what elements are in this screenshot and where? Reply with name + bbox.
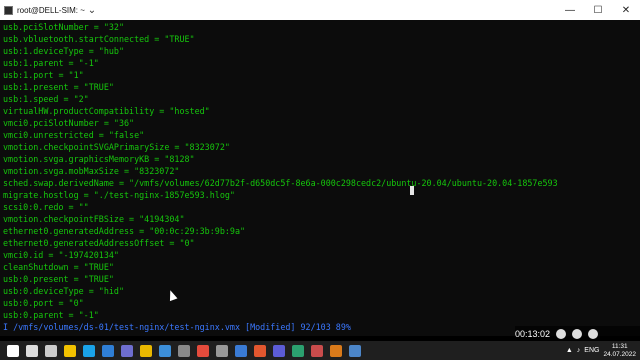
task-view-icon[interactable] (45, 344, 57, 357)
tab-dropdown-chevron-icon[interactable]: ⌄ (85, 3, 99, 17)
window-title-bar: root@DELL-SIM: ~ ⌄ — ☐ ✕ (0, 0, 640, 20)
terminal-line: scsi0:0.redo = "" (3, 202, 89, 212)
recording-overlay: 00:13:02 (515, 326, 640, 342)
terminal-line: usb:0.deviceType = "hid" (3, 286, 125, 296)
app-icon-3[interactable] (292, 344, 304, 357)
start-icon[interactable] (7, 344, 19, 357)
clock[interactable]: 11:31 24.07.2022 (603, 343, 636, 359)
camera-icon[interactable] (588, 329, 599, 339)
terminal-line: vmotion.checkpointSVGAPrimarySize = "832… (3, 142, 230, 152)
record-icon[interactable] (572, 329, 583, 339)
language-indicator[interactable]: ENG (584, 347, 599, 354)
network-icon[interactable]: ▲ (566, 347, 573, 354)
app-icon-2[interactable] (273, 344, 285, 357)
terminal-line: usb:1.speed = "2" (3, 94, 89, 104)
settings-icon[interactable] (216, 344, 228, 357)
windows-taskbar (0, 341, 640, 360)
terminal-line: vmotion.svga.mobMaxSize = "8323072" (3, 166, 180, 176)
terminal-line: ethernet0.generatedAddress = "00:0c:29:3… (3, 226, 246, 236)
clock-time: 11:31 (611, 342, 628, 350)
terminal-line: usb.vbluetooth.startConnected = "TRUE" (3, 34, 195, 44)
file-explorer-icon[interactable] (64, 344, 76, 357)
terminal-line: vmci0.unrestricted = "false" (3, 130, 145, 140)
terminal-icon (4, 5, 13, 15)
terminal-line: vmotion.checkpointFBSize = "4194304" (3, 214, 185, 224)
recording-timer: 00:13:02 (515, 329, 551, 339)
vmware-icon[interactable] (178, 344, 190, 357)
terminal-line: migrate.hostlog = "./test-nginx-1857e593… (3, 190, 235, 200)
terminal-line: virtualHW.productCompatibility = "hosted… (3, 106, 210, 116)
editor-status-line: I /vmfs/volumes/ds-01/test-nginx/test-ng… (3, 322, 351, 332)
chrome-icon[interactable] (197, 344, 209, 357)
window-title: root@DELL-SIM: ~ (17, 5, 85, 15)
pause-icon[interactable] (556, 329, 567, 339)
system-tray: ▲ ♪ ENG 11:31 24.07.2022 (566, 341, 640, 360)
minimize-button[interactable]: — (556, 0, 584, 20)
store-icon[interactable] (121, 344, 133, 357)
volume-icon[interactable]: ♪ (577, 347, 581, 354)
search-icon[interactable] (26, 344, 38, 357)
close-button[interactable]: ✕ (612, 0, 640, 20)
terminal-line: usb:1.parent = "-1" (3, 58, 99, 68)
terminal-line: vmci0.pciSlotNumber = "36" (3, 118, 135, 128)
app-icon-4[interactable] (311, 344, 323, 357)
terminal-line: vmotion.svga.graphicsMemoryKB = "8128" (3, 154, 195, 164)
mail-icon[interactable] (102, 344, 114, 357)
clock-date: 24.07.2022 (603, 350, 636, 358)
terminal-app-icon[interactable] (254, 344, 266, 357)
terminal-line: vmci0.id = "-197420134" (3, 250, 119, 260)
terminal-line: usb:0.present = "TRUE" (3, 274, 114, 284)
terminal-line: cleanShutdown = "TRUE" (3, 262, 114, 272)
terminal-line: usb:0.parent = "-1" (3, 310, 99, 320)
maximize-button[interactable]: ☐ (584, 0, 612, 20)
app-icon-5[interactable] (330, 344, 342, 357)
terminal-line: usb.pciSlotNumber = "32" (3, 22, 125, 32)
terminal-line: sched.swap.derivedName = "/vmfs/volumes/… (3, 178, 558, 188)
terminal-line: ethernet0.generatedAddressOffset = "0" (3, 238, 195, 248)
terminal-line: usb:1.deviceType = "hub" (3, 46, 125, 56)
terminal-line: usb:0.port = "0" (3, 298, 84, 308)
terminal-output[interactable]: usb.pciSlotNumber = "32" usb.vbluetooth.… (0, 20, 640, 336)
photos-icon[interactable] (159, 344, 171, 357)
window-controls: — ☐ ✕ (556, 0, 640, 20)
text-cursor (410, 180, 414, 199)
app-icon-6[interactable] (349, 344, 361, 357)
terminal-line: usb:1.port = "1" (3, 70, 84, 80)
edge-icon[interactable] (83, 344, 95, 357)
terminal-line: usb:1.present = "TRUE" (3, 82, 114, 92)
app-icon-1[interactable] (235, 344, 247, 357)
folder-icon[interactable] (140, 344, 152, 357)
